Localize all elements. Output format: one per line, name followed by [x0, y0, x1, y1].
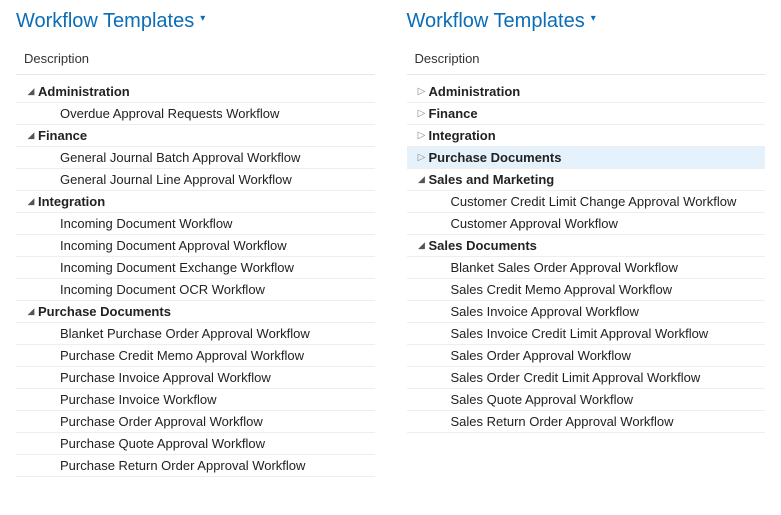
tree-item[interactable]: Incoming Document Exchange Workflow: [16, 257, 375, 279]
tree-group[interactable]: Administration: [16, 81, 375, 103]
title-dropdown[interactable]: Workflow Templates ▾: [16, 10, 375, 33]
column-header: Description: [16, 51, 375, 75]
chevron-down-icon[interactable]: [415, 174, 429, 185]
group-label: Integration: [429, 128, 496, 143]
chevron-right-icon[interactable]: [415, 130, 429, 141]
tree-item[interactable]: Incoming Document Approval Workflow: [16, 235, 375, 257]
item-label: Purchase Credit Memo Approval Workflow: [60, 348, 304, 363]
item-label: Incoming Document Exchange Workflow: [60, 260, 294, 275]
item-label: Blanket Purchase Order Approval Workflow: [60, 326, 310, 341]
group-label: Administration: [429, 84, 521, 99]
item-label: General Journal Batch Approval Workflow: [60, 150, 300, 165]
tree-item[interactable]: Purchase Order Approval Workflow: [16, 411, 375, 433]
item-label: Purchase Return Order Approval Workflow: [60, 458, 305, 473]
title-dropdown[interactable]: Workflow Templates ▾: [407, 10, 766, 33]
tree-item[interactable]: General Journal Line Approval Workflow: [16, 169, 375, 191]
tree-item[interactable]: Sales Invoice Approval Workflow: [407, 301, 766, 323]
tree-item[interactable]: Sales Order Approval Workflow: [407, 345, 766, 367]
right-panel: Workflow Templates ▾ Description Adminis…: [391, 0, 781, 515]
item-label: Incoming Document Approval Workflow: [60, 238, 287, 253]
tree-group[interactable]: Integration: [407, 125, 766, 147]
item-label: Customer Approval Workflow: [451, 216, 618, 231]
group-label: Sales Documents: [429, 238, 537, 253]
tree-item[interactable]: Sales Credit Memo Approval Workflow: [407, 279, 766, 301]
tree-right: Administration Finance Integration Purchase…: [407, 81, 766, 433]
tree-group[interactable]: Purchase Documents: [407, 147, 766, 169]
item-label: Purchase Invoice Workflow: [60, 392, 217, 407]
tree-item[interactable]: Purchase Return Order Approval Workflow: [16, 455, 375, 477]
page-title: Workflow Templates: [16, 10, 194, 33]
chevron-right-icon[interactable]: [415, 108, 429, 119]
item-label: Incoming Document OCR Workflow: [60, 282, 265, 297]
tree-item[interactable]: Incoming Document Workflow: [16, 213, 375, 235]
chevron-down-icon: ▾: [200, 13, 205, 24]
tree-item[interactable]: Blanket Sales Order Approval Workflow: [407, 257, 766, 279]
item-label: Sales Invoice Approval Workflow: [451, 304, 639, 319]
item-label: General Journal Line Approval Workflow: [60, 172, 292, 187]
item-label: Sales Return Order Approval Workflow: [451, 414, 674, 429]
group-label: Purchase Documents: [38, 304, 171, 319]
tree-item[interactable]: General Journal Batch Approval Workflow: [16, 147, 375, 169]
page-title: Workflow Templates: [407, 10, 585, 33]
chevron-right-icon[interactable]: [415, 152, 429, 163]
tree-item[interactable]: Purchase Quote Approval Workflow: [16, 433, 375, 455]
tree-item[interactable]: Incoming Document OCR Workflow: [16, 279, 375, 301]
item-label: Customer Credit Limit Change Approval Wo…: [451, 194, 737, 209]
chevron-down-icon[interactable]: [415, 240, 429, 251]
item-label: Sales Order Credit Limit Approval Workfl…: [451, 370, 701, 385]
group-label: Integration: [38, 194, 105, 209]
item-label: Sales Invoice Credit Limit Approval Work…: [451, 326, 709, 341]
item-label: Incoming Document Workflow: [60, 216, 232, 231]
tree-item[interactable]: Overdue Approval Requests Workflow: [16, 103, 375, 125]
tree-group[interactable]: Sales Documents: [407, 235, 766, 257]
chevron-down-icon[interactable]: [24, 196, 38, 207]
tree-group[interactable]: Finance: [16, 125, 375, 147]
left-panel: Workflow Templates ▾ Description Adminis…: [0, 0, 391, 515]
tree-item[interactable]: Customer Credit Limit Change Approval Wo…: [407, 191, 766, 213]
tree-item[interactable]: Sales Invoice Credit Limit Approval Work…: [407, 323, 766, 345]
tree-group[interactable]: Integration: [16, 191, 375, 213]
group-label: Sales and Marketing: [429, 172, 555, 187]
item-label: Purchase Order Approval Workflow: [60, 414, 263, 429]
tree-item[interactable]: Sales Order Credit Limit Approval Workfl…: [407, 367, 766, 389]
item-label: Purchase Invoice Approval Workflow: [60, 370, 271, 385]
column-header: Description: [407, 51, 766, 75]
tree-item[interactable]: Blanket Purchase Order Approval Workflow: [16, 323, 375, 345]
tree-item[interactable]: Purchase Invoice Workflow: [16, 389, 375, 411]
item-label: Sales Credit Memo Approval Workflow: [451, 282, 673, 297]
tree-group[interactable]: Finance: [407, 103, 766, 125]
tree-group[interactable]: Administration: [407, 81, 766, 103]
item-label: Sales Order Approval Workflow: [451, 348, 631, 363]
chevron-down-icon[interactable]: [24, 130, 38, 141]
tree-item[interactable]: Sales Quote Approval Workflow: [407, 389, 766, 411]
group-label: Purchase Documents: [429, 150, 562, 165]
tree-item[interactable]: Purchase Invoice Approval Workflow: [16, 367, 375, 389]
chevron-down-icon[interactable]: [24, 306, 38, 317]
item-label: Blanket Sales Order Approval Workflow: [451, 260, 678, 275]
tree-item[interactable]: Purchase Credit Memo Approval Workflow: [16, 345, 375, 367]
item-label: Purchase Quote Approval Workflow: [60, 436, 265, 451]
chevron-right-icon[interactable]: [415, 86, 429, 97]
tree-group[interactable]: Purchase Documents: [16, 301, 375, 323]
group-label: Administration: [38, 84, 130, 99]
group-label: Finance: [429, 106, 478, 121]
tree-item[interactable]: Sales Return Order Approval Workflow: [407, 411, 766, 433]
item-label: Overdue Approval Requests Workflow: [60, 106, 279, 121]
item-label: Sales Quote Approval Workflow: [451, 392, 634, 407]
tree-group[interactable]: Sales and Marketing: [407, 169, 766, 191]
chevron-down-icon: ▾: [591, 13, 596, 24]
tree-item[interactable]: Customer Approval Workflow: [407, 213, 766, 235]
group-label: Finance: [38, 128, 87, 143]
tree-left: Administration Overdue Approval Requests …: [16, 81, 375, 477]
chevron-down-icon[interactable]: [24, 86, 38, 97]
